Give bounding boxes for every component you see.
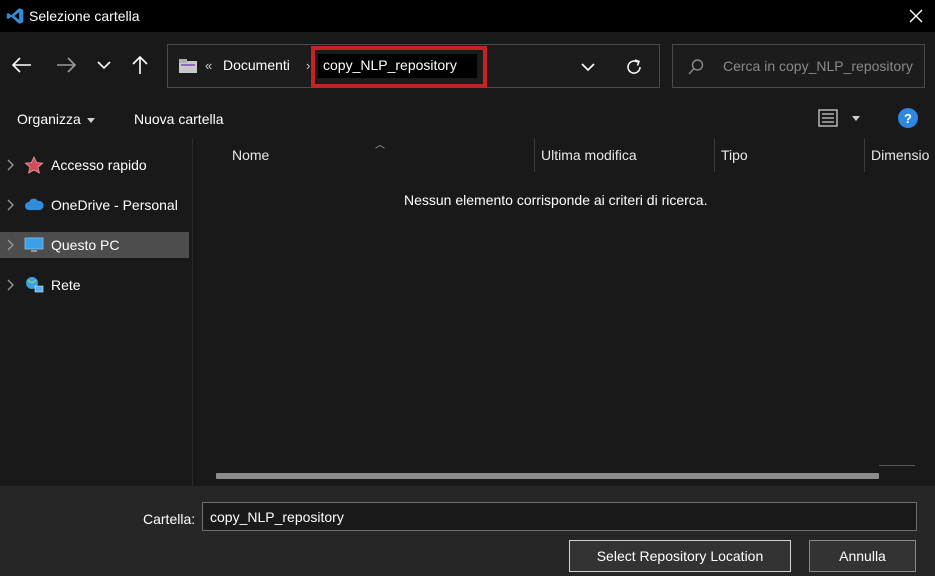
details-view-icon	[818, 109, 838, 127]
close-icon	[909, 9, 922, 23]
address-dropdown-button[interactable]	[578, 57, 598, 77]
refresh-icon	[627, 59, 641, 74]
sort-ascending-icon: ︿	[375, 140, 385, 151]
column-header-ultima-modifica[interactable]: Ultima modifica	[535, 138, 715, 172]
search-box[interactable]: Cerca in copy_NLP_repository	[672, 44, 925, 88]
folder-icon	[179, 59, 197, 73]
help-button[interactable]: ?	[898, 108, 918, 128]
nav-label: Accesso rapido	[51, 157, 147, 173]
organize-menu[interactable]: Organizza	[17, 111, 95, 127]
command-bar: Organizza Nuova cartella ?	[0, 98, 935, 138]
window-title: Selezione cartella	[29, 8, 140, 24]
address-highlight-box	[311, 46, 487, 88]
folder-name-field[interactable]	[202, 502, 917, 531]
chevron-right-icon[interactable]	[4, 158, 18, 172]
column-label: Tipo	[721, 147, 748, 163]
column-header-nome[interactable]: ︿ Nome	[193, 138, 535, 172]
select-repository-location-button[interactable]: Select Repository Location	[569, 540, 791, 572]
back-button[interactable]	[8, 50, 36, 80]
star-icon	[24, 156, 44, 174]
column-label: Ultima modifica	[541, 147, 637, 163]
nav-label: Rete	[51, 277, 81, 293]
view-options-button[interactable]	[818, 108, 866, 128]
nav-item-onedrive[interactable]: OneDrive - Personal	[0, 192, 189, 218]
back-arrow-icon	[12, 57, 31, 73]
vscode-app-icon	[6, 8, 24, 24]
file-list: ︿ Nome Ultima modifica Tipo Dimensio Nes…	[193, 138, 935, 486]
chevron-right-icon[interactable]	[4, 198, 18, 212]
nav-item-accesso-rapido[interactable]: Accesso rapido	[0, 152, 189, 178]
empty-results-message: Nessun elemento corrisponde ai criteri d…	[404, 192, 708, 208]
cancel-button[interactable]: Annulla	[809, 540, 916, 572]
search-icon	[688, 59, 704, 75]
up-button[interactable]	[126, 50, 154, 80]
computer-icon	[24, 237, 44, 252]
up-arrow-icon	[132, 55, 148, 74]
recent-locations-chevron-icon	[97, 61, 111, 70]
title-bar: Selezione cartella	[0, 0, 935, 32]
nav-item-questo-pc[interactable]: Questo PC	[0, 232, 189, 258]
chevron-right-icon[interactable]	[4, 238, 18, 252]
nav-label: Questo PC	[51, 237, 120, 253]
breadcrumb-separator-icon[interactable]: ›	[306, 58, 310, 73]
address-overflow-icon[interactable]: «	[205, 58, 212, 73]
column-label: Dimensio	[871, 147, 930, 163]
column-header-tipo[interactable]: Tipo	[715, 138, 865, 172]
chevron-down-icon	[581, 63, 595, 72]
horizontal-scrollbar[interactable]	[216, 473, 879, 479]
nav-item-rete[interactable]: Rete	[0, 272, 189, 298]
nav-label: OneDrive - Personal	[51, 197, 178, 213]
network-icon	[26, 277, 44, 293]
refresh-button[interactable]	[623, 56, 645, 78]
column-label: Nome	[232, 147, 270, 163]
close-button[interactable]	[896, 0, 935, 32]
forward-button[interactable]	[52, 50, 80, 80]
cloud-icon	[25, 198, 44, 210]
recent-locations-button[interactable]	[90, 50, 118, 80]
address-bar[interactable]: « Documenti › copy_NLP_repository	[167, 44, 660, 88]
navigation-pane: Accesso rapido OneDrive - Personal Quest…	[0, 138, 193, 486]
breadcrumb-documenti[interactable]: Documenti	[223, 57, 290, 73]
chevron-right-icon[interactable]	[4, 278, 18, 292]
forward-arrow-icon	[57, 57, 76, 73]
column-header-dimensione[interactable]: Dimensio	[865, 138, 935, 172]
folder-field-label: Cartella:	[143, 511, 196, 527]
organize-label: Organizza	[17, 111, 81, 127]
caret-down-icon	[852, 115, 860, 121]
bottom-bar: Cartella: Select Repository Location Ann…	[0, 486, 935, 576]
new-folder-button[interactable]: Nuova cartella	[134, 111, 224, 127]
scrollbar-divider	[879, 465, 915, 466]
search-input[interactable]: Cerca in copy_NLP_repository	[723, 58, 913, 74]
caret-down-icon	[86, 117, 95, 123]
